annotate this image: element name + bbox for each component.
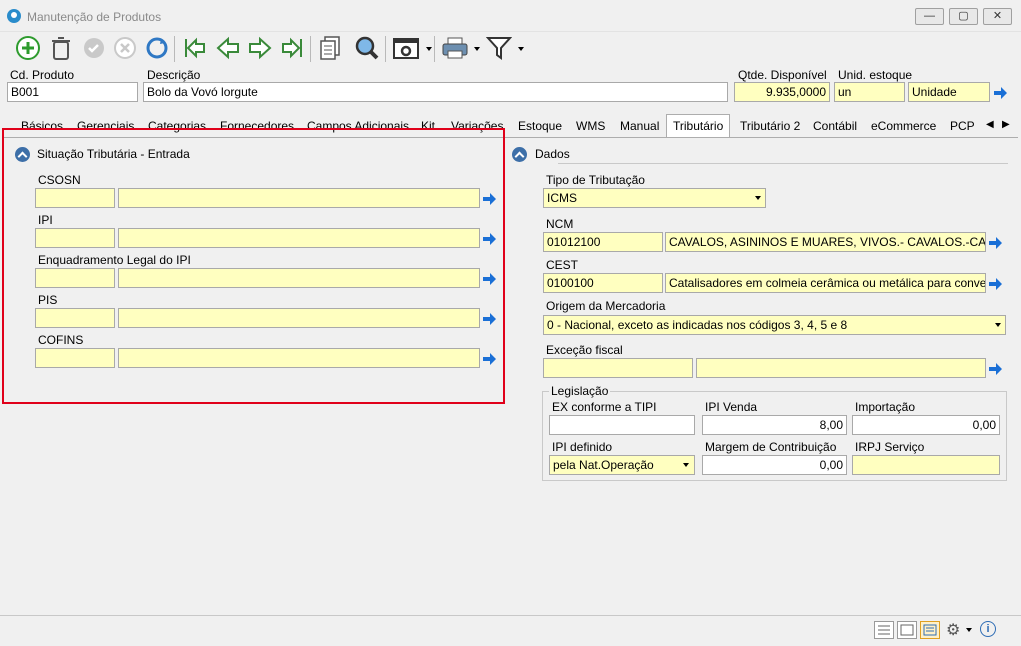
- ipi-definido-dropdown-icon[interactable]: [683, 463, 689, 467]
- next-record-icon[interactable]: [246, 34, 274, 62]
- dados-divider: [558, 163, 1008, 164]
- settings-window-icon[interactable]: [392, 34, 420, 62]
- filter-dropdown-icon[interactable]: [518, 47, 524, 51]
- excecao-fiscal-desc-field[interactable]: [696, 358, 986, 378]
- tipo-tributacao-dropdown-icon[interactable]: [755, 196, 761, 200]
- toolbar-separator: [174, 36, 175, 62]
- ex-tipi-label: EX conforme a TIPI: [552, 400, 657, 414]
- origem-select[interactable]: 0 - Nacional, exceto as indicadas nos có…: [543, 315, 1006, 335]
- tab-manual[interactable]: Manual: [618, 117, 661, 138]
- gear-dropdown-icon[interactable]: [966, 628, 972, 632]
- toolbar-separator: [434, 36, 435, 62]
- excecao-lookup-arrow-icon[interactable]: [988, 363, 1002, 378]
- cancel-icon[interactable]: [111, 34, 139, 62]
- toolbar: [0, 32, 1021, 66]
- irpj-servico-field[interactable]: [852, 455, 1000, 475]
- status-bar: ⚙ i: [0, 615, 1021, 646]
- grid-view-icon[interactable]: [874, 621, 894, 639]
- ncm-code-field[interactable]: 01012100: [543, 232, 663, 252]
- tab-scroll-right-icon[interactable]: ▶: [1002, 119, 1010, 130]
- minimize-button[interactable]: —: [915, 8, 944, 25]
- form-view-icon[interactable]: [920, 621, 940, 639]
- filter-icon[interactable]: [485, 34, 513, 62]
- cest-lookup-arrow-icon[interactable]: [988, 278, 1002, 293]
- tab-ecommerce[interactable]: eCommerce: [869, 117, 938, 138]
- copy-icon[interactable]: [316, 34, 344, 62]
- ncm-lookup-arrow-icon[interactable]: [988, 237, 1002, 252]
- first-record-icon[interactable]: [181, 34, 209, 62]
- unid-estoque-label: Unid. estoque: [838, 68, 913, 82]
- dados-section-title: Dados: [535, 147, 570, 161]
- printer-dropdown-icon[interactable]: [474, 47, 480, 51]
- app-logo-icon: [7, 9, 21, 23]
- legislacao-title: Legislação: [549, 384, 611, 398]
- gear-icon[interactable]: ⚙: [946, 620, 960, 640]
- unid-estoque-desc-field[interactable]: Unidade: [908, 82, 990, 102]
- window-title: Manutenção de Produtos: [27, 10, 162, 24]
- tab-tributario[interactable]: Tributário: [666, 114, 731, 138]
- ncm-desc-field[interactable]: CAVALOS, ASININOS E MUARES, VIVOS.- CAVA…: [665, 232, 986, 252]
- info-icon[interactable]: i: [980, 621, 996, 637]
- cd-produto-label: Cd. Produto: [10, 68, 75, 82]
- refresh-icon[interactable]: [143, 34, 171, 62]
- tab-pcp[interactable]: PCP: [948, 117, 977, 138]
- excecao-fiscal-label: Exceção fiscal: [546, 343, 623, 357]
- restore-button[interactable]: ▢: [949, 8, 978, 25]
- list-view-icon[interactable]: [897, 621, 917, 639]
- last-record-icon[interactable]: [278, 34, 306, 62]
- irpj-servico-label: IRPJ Serviço: [855, 440, 925, 454]
- qtde-disponivel-field: 9.935,0000: [734, 82, 830, 102]
- cd-produto-field[interactable]: B001: [7, 82, 138, 102]
- tab-scroll-left-icon[interactable]: ◀: [986, 119, 994, 130]
- cest-desc-field[interactable]: Catalisadores em colmeia cerâmica ou met…: [665, 273, 986, 293]
- search-icon[interactable]: [353, 34, 381, 62]
- ex-tipi-field[interactable]: [549, 415, 695, 435]
- highlight-box: [2, 128, 505, 404]
- tipo-tributacao-select[interactable]: ICMS: [543, 188, 766, 208]
- cest-label: CEST: [546, 258, 579, 272]
- close-button[interactable]: ✕: [983, 8, 1012, 25]
- ipi-definido-select[interactable]: pela Nat.Operação: [549, 455, 695, 475]
- ipi-definido-label: IPI definido: [552, 440, 613, 454]
- previous-record-icon[interactable]: [214, 34, 242, 62]
- origem-label: Origem da Mercadoria: [546, 299, 666, 313]
- qtde-disponivel-label: Qtde. Disponível: [738, 68, 827, 82]
- confirm-icon[interactable]: [80, 34, 108, 62]
- tab-tributario-2[interactable]: Tributário 2: [738, 117, 802, 138]
- cest-code-field[interactable]: 0100100: [543, 273, 663, 293]
- title-bar: Manutenção de Produtos — ▢ ✕: [0, 0, 1021, 32]
- settings-dropdown-icon[interactable]: [426, 47, 432, 51]
- ipi-venda-label: IPI Venda: [705, 400, 758, 414]
- excecao-fiscal-code-field[interactable]: [543, 358, 693, 378]
- descricao-label: Descrição: [147, 68, 201, 82]
- margem-field[interactable]: 0,00: [702, 455, 847, 475]
- printer-icon[interactable]: [441, 34, 469, 62]
- ipi-venda-field[interactable]: 8,00: [702, 415, 847, 435]
- unid-lookup-arrow-icon[interactable]: [993, 87, 1007, 102]
- tab-contabil[interactable]: Contábil: [811, 117, 859, 138]
- tab-estoque[interactable]: Estoque: [516, 117, 564, 138]
- tipo-tributacao-label: Tipo de Tributação: [546, 173, 645, 187]
- origem-dropdown-icon[interactable]: [995, 323, 1001, 327]
- toolbar-separator: [310, 36, 311, 62]
- descricao-field[interactable]: Bolo da Vovó lorgute: [143, 82, 728, 102]
- add-icon[interactable]: [14, 34, 42, 62]
- tab-wms[interactable]: WMS: [574, 117, 607, 138]
- trash-icon[interactable]: [47, 34, 75, 62]
- ncm-label: NCM: [546, 217, 574, 231]
- toolbar-separator: [385, 36, 386, 62]
- unid-estoque-code-field[interactable]: un: [834, 82, 905, 102]
- importacao-field[interactable]: 0,00: [852, 415, 1000, 435]
- collapse-dados-icon[interactable]: [512, 147, 527, 162]
- margem-label: Margem de Contribuição: [705, 440, 837, 454]
- importacao-label: Importação: [855, 400, 916, 414]
